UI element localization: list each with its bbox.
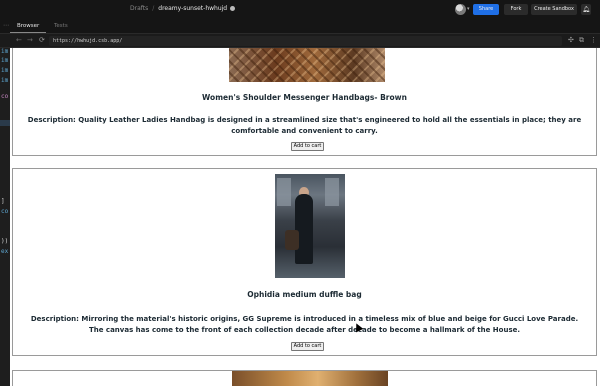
tab-tests[interactable]: Tests <box>54 23 68 29</box>
browser-toolbar: ← → ⟳ https://hwhujd.csb.app/ ✣ ⧉ ⋮ <box>0 34 600 48</box>
more-icon[interactable]: ⋯ <box>3 22 9 29</box>
breadcrumb: Drafts / dreamy-sunset-hwhujd <box>130 5 236 12</box>
chevron-down-icon[interactable]: ▾ <box>467 6 470 12</box>
share-button[interactable]: Share <box>473 4 499 15</box>
create-sandbox-button[interactable]: Create Sandbox <box>531 4 577 15</box>
product-image <box>232 371 388 386</box>
back-arrow-icon[interactable]: ← <box>16 36 22 44</box>
product-card <box>12 370 597 386</box>
top-header: Drafts / dreamy-sunset-hwhujd ▾ Share Fork… <box>0 0 600 20</box>
sandbox-name[interactable]: dreamy-sunset-hwhujd <box>158 5 227 12</box>
product-title: Women's Shoulder Messenger Handbags- Bro… <box>202 93 407 102</box>
product-description: Description: Mirroring the material's hi… <box>30 315 579 334</box>
forward-arrow-icon[interactable]: → <box>27 36 33 44</box>
avatar[interactable] <box>455 4 466 15</box>
code-editor-edge: im im im im co ] co )) ex <box>0 48 10 386</box>
open-in-new-window-icon[interactable]: ⧉ <box>579 36 584 45</box>
bell-icon[interactable]: 🔔︎ <box>581 4 591 15</box>
product-card: Ophidia medium duffle bag Description: M… <box>12 168 597 356</box>
tab-browser[interactable]: Browser <box>17 23 39 29</box>
panel-tabs: ⋯ Browser Tests <box>0 20 600 34</box>
url-input[interactable]: https://hwhujd.csb.app/ <box>49 36 562 46</box>
add-to-cart-button[interactable]: Add to cart <box>291 342 324 351</box>
product-image-duffle <box>275 174 345 278</box>
active-tab-indicator <box>10 32 46 33</box>
add-to-cart-button[interactable]: Add to cart <box>291 142 324 151</box>
public-globe-icon <box>230 6 236 11</box>
menu-icon[interactable]: ⋮ <box>590 36 597 44</box>
fork-button[interactable]: Fork <box>504 4 528 15</box>
product-title: Ophidia medium duffle bag <box>247 290 362 299</box>
breadcrumb-drafts[interactable]: Drafts <box>130 5 148 12</box>
reload-icon[interactable]: ⟳ <box>39 36 45 44</box>
product-description: Description: Quality Leather Ladies Hand… <box>27 116 582 135</box>
preview-pane: Women's Shoulder Messenger Handbags- Bro… <box>10 48 600 386</box>
toggle-icon[interactable]: ✣ <box>568 36 574 44</box>
breadcrumb-separator: / <box>152 5 155 12</box>
product-card: Women's Shoulder Messenger Handbags- Bro… <box>12 48 597 156</box>
